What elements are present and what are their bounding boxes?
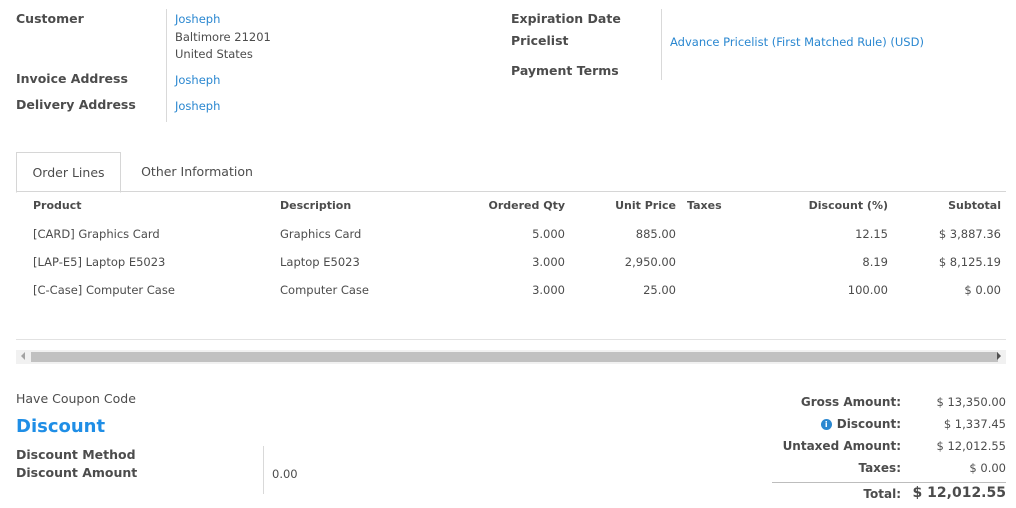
untaxed-amount-value: $ 12,012.55 (936, 439, 1007, 453)
row-description[interactable]: Graphics Card (280, 227, 361, 241)
column-header-ordered-qty[interactable]: Ordered Qty (464, 199, 565, 212)
customer-address-line1: Baltimore 21201 (175, 30, 271, 44)
scroll-right-icon[interactable] (997, 352, 1001, 360)
header-right-divider (661, 9, 662, 80)
column-header-discount[interactable]: Discount (%) (787, 199, 888, 212)
column-header-unit-price[interactable]: Unit Price (595, 199, 676, 212)
pricelist-link[interactable]: Advance Pricelist (First Matched Rule) (… (670, 35, 924, 49)
have-coupon-code-link[interactable]: Have Coupon Code (16, 391, 136, 406)
taxes-label: Taxes: (858, 461, 901, 475)
invoice-address-label: Invoice Address (16, 71, 128, 86)
total-label: Total: (863, 487, 901, 501)
row-discount[interactable]: 12.15 (787, 227, 888, 241)
column-header-product[interactable]: Product (33, 199, 82, 212)
row-subtotal: $ 8,125.19 (938, 255, 1001, 269)
delivery-address-link[interactable]: Josheph (175, 99, 220, 113)
table-footer-divider (16, 339, 1006, 340)
horizontal-scrollbar[interactable] (16, 350, 1006, 364)
row-ordered-qty[interactable]: 3.000 (464, 283, 565, 297)
column-header-description[interactable]: Description (280, 199, 351, 212)
scroll-left-icon[interactable] (21, 352, 25, 360)
gross-amount-value: $ 13,350.00 (936, 395, 1007, 409)
discount-method-label: Discount Method (16, 447, 136, 462)
tabs-divider (16, 191, 1006, 192)
info-icon[interactable]: i (820, 419, 832, 430)
taxes-value: $ 0.00 (969, 461, 1006, 475)
scrollbar-thumb[interactable] (31, 352, 998, 362)
row-description[interactable]: Computer Case (280, 283, 369, 297)
expiration-date-label: Expiration Date (511, 11, 621, 26)
column-header-taxes[interactable]: Taxes (687, 199, 722, 212)
row-unit-price[interactable]: 885.00 (575, 227, 676, 241)
row-unit-price[interactable]: 25.00 (575, 283, 676, 297)
discount-amount-label: Discount Amount (16, 465, 138, 480)
discount-total-label: Discount: (836, 417, 901, 431)
total-value: $ 12,012.55 (912, 485, 1006, 501)
column-header-subtotal[interactable]: Subtotal (920, 199, 1001, 212)
row-product[interactable]: [CARD] Graphics Card (33, 227, 160, 241)
row-description[interactable]: Laptop E5023 (280, 255, 360, 269)
discount-total-row: i Discount: (701, 417, 901, 431)
tab-other-information[interactable]: Other Information (122, 152, 272, 191)
pricelist-label: Pricelist (511, 33, 569, 48)
row-subtotal: $ 0.00 (964, 283, 1001, 297)
row-product[interactable]: [LAP-E5] Laptop E5023 (33, 255, 165, 269)
row-unit-price[interactable]: 2,950.00 (575, 255, 676, 269)
row-discount[interactable]: 100.00 (787, 283, 888, 297)
delivery-address-label: Delivery Address (16, 97, 136, 112)
invoice-address-link[interactable]: Josheph (175, 73, 220, 87)
untaxed-amount-label: Untaxed Amount: (782, 439, 901, 453)
row-product[interactable]: [C-Case] Computer Case (33, 283, 175, 297)
discount-divider (263, 446, 264, 494)
tab-order-lines[interactable]: Order Lines (16, 152, 121, 193)
customer-label: Customer (16, 11, 84, 26)
gross-amount-label: Gross Amount: (800, 395, 901, 409)
discount-amount-value[interactable]: 0.00 (272, 467, 298, 481)
customer-address-line2: United States (175, 47, 253, 61)
row-ordered-qty[interactable]: 5.000 (464, 227, 565, 241)
payment-terms-label: Payment Terms (511, 63, 619, 78)
totals-divider (772, 482, 1006, 483)
discount-total-value: $ 1,337.45 (943, 417, 1006, 431)
row-discount[interactable]: 8.19 (787, 255, 888, 269)
row-ordered-qty[interactable]: 3.000 (464, 255, 565, 269)
customer-link[interactable]: Josheph (175, 12, 220, 26)
header-left-divider (166, 9, 167, 122)
discount-heading: Discount (16, 416, 106, 437)
row-subtotal: $ 3,887.36 (938, 227, 1001, 241)
